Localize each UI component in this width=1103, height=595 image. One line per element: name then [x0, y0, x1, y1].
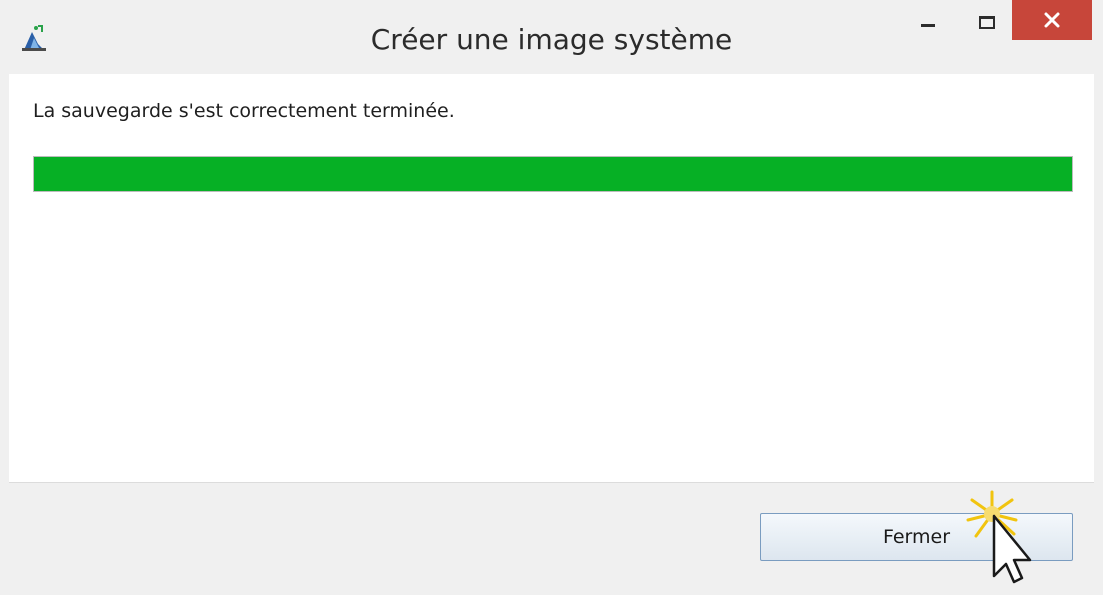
progress-bar-fill [34, 157, 1072, 191]
status-message: La sauvegarde s'est correctement terminé… [33, 100, 455, 122]
dialog-footer: Fermer [9, 482, 1094, 595]
progress-bar [33, 156, 1073, 192]
maximize-button[interactable] [962, 0, 1012, 44]
maximize-icon [979, 15, 995, 29]
backup-app-icon [22, 25, 46, 51]
fermer-button[interactable]: Fermer [760, 513, 1073, 561]
close-icon [1044, 12, 1060, 28]
dialog-content: La sauvegarde s'est correctement terminé… [9, 74, 1094, 482]
dialog-window: Créer une image système La sauvegarde s'… [0, 0, 1103, 595]
title-bar[interactable]: Créer une image système [0, 0, 1103, 74]
close-window-button[interactable] [1012, 0, 1092, 40]
minimize-icon [921, 23, 935, 27]
minimize-button[interactable] [900, 0, 956, 44]
